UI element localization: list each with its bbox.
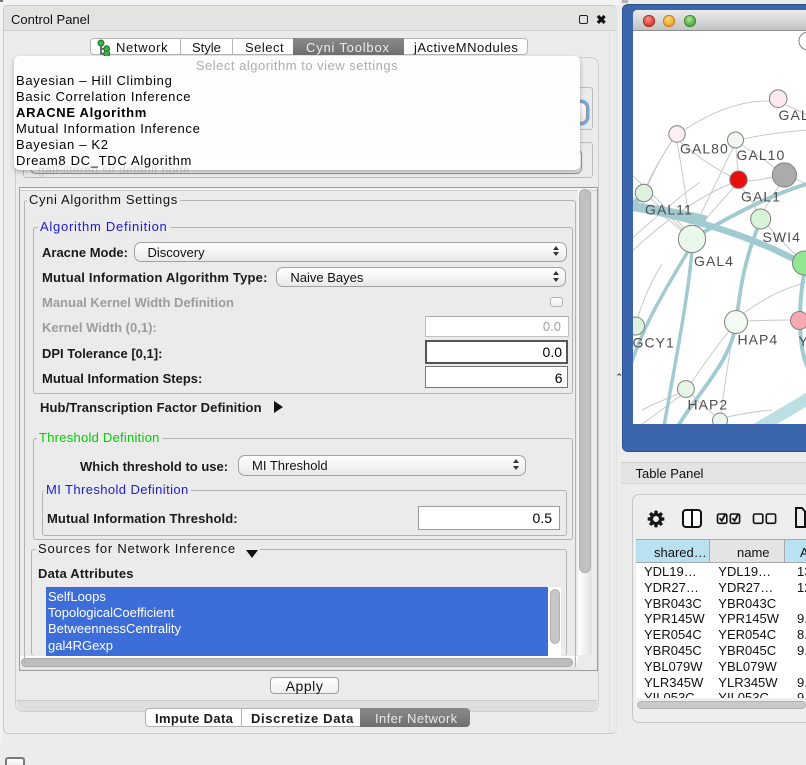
svg-text:SWI4: SWI4	[763, 229, 801, 245]
svg-text:GAL7: GAL7	[779, 107, 806, 123]
svg-text:GCY1: GCY1	[633, 335, 675, 351]
svg-text:GAL11: GAL11	[645, 202, 693, 218]
svg-text:GAL80: GAL80	[680, 141, 729, 157]
svg-text:HAP2: HAP2	[688, 397, 729, 413]
svg-text:GAL1: GAL1	[741, 189, 781, 205]
svg-text:GAL10: GAL10	[737, 147, 786, 163]
svg-text:HAP4: HAP4	[738, 332, 779, 348]
svg-text:Y: Y	[799, 333, 806, 349]
svg-text:GAL4: GAL4	[694, 253, 734, 269]
